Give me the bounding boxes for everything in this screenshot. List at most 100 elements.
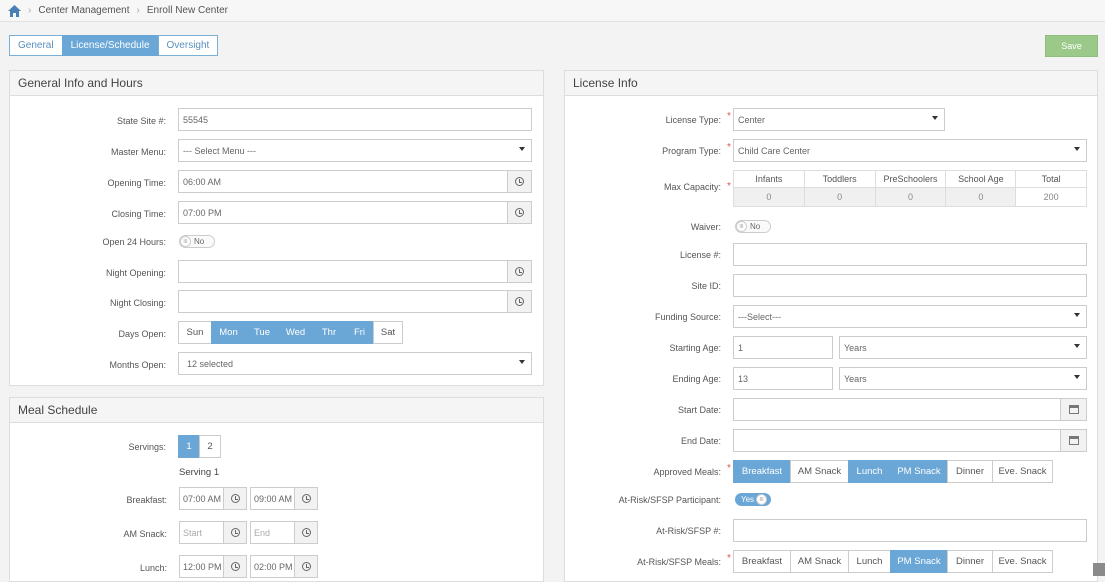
max-capacity-label: Max Capacity: xyxy=(663,182,721,192)
capacity-value-row: 0 0 0 0 200 xyxy=(733,187,1087,207)
ending-age-input[interactable]: 13 xyxy=(733,367,833,390)
funding-source-label: Funding Source: xyxy=(654,311,721,322)
night-closing-label: Night Closing: xyxy=(109,298,166,308)
capacity-header-preschoolers: PreSchoolers xyxy=(874,170,947,188)
meal-start-time-input[interactable]: 12:00 PM xyxy=(179,555,225,578)
general-info-panel: General Info and Hours State Site #: 555… xyxy=(9,70,544,386)
meal-end-time-picker[interactable] xyxy=(294,487,318,510)
meal-start-time-input[interactable]: Start xyxy=(179,521,225,544)
approved-dinner-button[interactable]: Dinner xyxy=(947,460,993,483)
meal-start-time-picker[interactable] xyxy=(223,521,247,544)
license-no-input[interactable] xyxy=(733,243,1087,266)
atrisk-dinner-button[interactable]: Dinner xyxy=(947,550,993,573)
meal-start-time-picker[interactable] xyxy=(223,487,247,510)
approved-lunch-button[interactable]: Lunch xyxy=(848,460,891,483)
master-menu-select[interactable]: --- Select Menu --- xyxy=(178,139,532,162)
breadcrumb-center-management[interactable]: Center Management xyxy=(38,5,129,16)
meal-end-time-input[interactable]: End xyxy=(250,521,296,544)
ending-age-row: Ending Age: 13 Years xyxy=(565,367,1097,390)
meal-start-time-picker[interactable] xyxy=(223,555,247,578)
closing-time-picker[interactable] xyxy=(507,201,532,224)
ending-age-value: 13 xyxy=(738,373,749,384)
starting-age-label: Starting Age: xyxy=(669,342,721,353)
caret-down-icon xyxy=(1074,147,1080,151)
clock-icon xyxy=(515,177,524,186)
day-sat-button[interactable]: Sat xyxy=(373,321,403,344)
approved-breakfast-button[interactable]: Breakfast xyxy=(733,460,791,483)
required-indicator: * xyxy=(727,181,731,192)
funding-source-select[interactable]: ---Select--- xyxy=(733,305,1087,328)
atrisk-pm-snack-button[interactable]: PM Snack xyxy=(890,550,948,573)
opening-time-input[interactable]: 06:00 AM xyxy=(178,170,508,193)
panel-title: License Info xyxy=(565,71,1097,96)
atrisk-lunch-button[interactable]: Lunch xyxy=(848,550,891,573)
meal-end-time-picker[interactable] xyxy=(294,521,318,544)
license-type-select[interactable]: Center xyxy=(733,108,945,131)
home-icon[interactable] xyxy=(8,4,21,17)
meal-time-row: Lunch: 12:00 PM 02:00 PM xyxy=(10,555,543,578)
atrisk-meals-row: At-Risk/SFSP Meals: * Breakfast AM Snack L… xyxy=(565,550,1097,573)
capacity-total-input[interactable]: 200 xyxy=(1015,187,1087,207)
night-closing-input[interactable] xyxy=(178,290,508,313)
night-opening-picker[interactable] xyxy=(507,260,532,283)
start-date-input[interactable] xyxy=(733,398,1061,421)
atrisk-breakfast-button[interactable]: Breakfast xyxy=(733,550,791,573)
funding-source-value: ---Select--- xyxy=(738,311,781,322)
capacity-toddlers: 0 xyxy=(803,187,876,207)
open24-toggle[interactable]: III No xyxy=(179,235,215,248)
max-capacity-row: Max Capacity: * Infants Toddlers PreScho… xyxy=(565,170,1097,208)
site-id-input[interactable] xyxy=(733,274,1087,297)
night-closing-picker[interactable] xyxy=(507,290,532,313)
save-button[interactable]: Save xyxy=(1045,35,1098,57)
meal-end-time-input[interactable]: 09:00 AM xyxy=(250,487,296,510)
months-open-value: 12 selected xyxy=(187,358,234,369)
site-id-row: Site ID: xyxy=(565,274,1097,297)
meal-end-time-picker[interactable] xyxy=(294,555,318,578)
approved-am-snack-button[interactable]: AM Snack xyxy=(790,460,849,483)
chevron-right-icon: › xyxy=(136,5,140,16)
serving-1-button[interactable]: 1 xyxy=(178,435,200,458)
atrisk-no-input[interactable] xyxy=(733,519,1087,542)
tab-oversight[interactable]: Oversight xyxy=(157,35,219,56)
starting-age-unit-select[interactable]: Years xyxy=(839,336,1087,359)
closing-time-input[interactable]: 07:00 PM xyxy=(178,201,508,224)
caret-down-icon xyxy=(1074,344,1080,348)
waiver-toggle[interactable]: III No xyxy=(735,220,771,233)
day-wed-button[interactable]: Wed xyxy=(278,321,313,344)
months-open-select[interactable]: 12 selected xyxy=(178,352,532,375)
atrisk-participant-toggle[interactable]: Yes III xyxy=(735,493,771,506)
atrisk-meals-label: At-Risk/SFSP Meals: xyxy=(637,556,721,567)
atrisk-eve-snack-button[interactable]: Eve. Snack xyxy=(992,550,1053,573)
license-no-label: License #: xyxy=(679,249,721,260)
day-mon-button[interactable]: Mon xyxy=(211,321,246,344)
scroll-corner-button[interactable] xyxy=(1093,563,1105,576)
start-date-picker[interactable] xyxy=(1060,398,1087,421)
state-site-label: State Site #: xyxy=(116,116,166,126)
starting-age-input[interactable]: 1 xyxy=(733,336,833,359)
panel-title: General Info and Hours xyxy=(10,71,543,96)
end-date-picker[interactable] xyxy=(1060,429,1087,452)
day-thr-button[interactable]: Thr xyxy=(312,321,346,344)
clock-icon xyxy=(515,208,524,217)
day-fri-button[interactable]: Fri xyxy=(345,321,374,344)
end-date-input[interactable] xyxy=(733,429,1061,452)
toggle-knob: III xyxy=(180,236,191,247)
approved-pm-snack-button[interactable]: PM Snack xyxy=(890,460,948,483)
approved-eve-snack-button[interactable]: Eve. Snack xyxy=(992,460,1053,483)
program-type-select[interactable]: Child Care Center xyxy=(733,139,1087,162)
tab-license-schedule[interactable]: License/Schedule xyxy=(61,35,159,56)
meal-end-time-input[interactable]: 02:00 PM xyxy=(250,555,296,578)
night-opening-input[interactable] xyxy=(178,260,508,283)
atrisk-am-snack-button[interactable]: AM Snack xyxy=(790,550,849,573)
day-tue-button[interactable]: Tue xyxy=(245,321,279,344)
open24-value: No xyxy=(194,237,205,246)
meal-start-time-input[interactable]: 07:00 AM xyxy=(179,487,225,510)
ending-age-label: Ending Age: xyxy=(672,373,721,384)
day-sun-button[interactable]: Sun xyxy=(178,321,212,344)
state-site-input[interactable]: 55545 xyxy=(178,108,532,131)
opening-time-picker[interactable] xyxy=(507,170,532,193)
serving-2-button[interactable]: 2 xyxy=(199,435,221,458)
caret-down-icon xyxy=(519,360,525,364)
tab-general[interactable]: General xyxy=(9,35,63,56)
ending-age-unit-select[interactable]: Years xyxy=(839,367,1087,390)
